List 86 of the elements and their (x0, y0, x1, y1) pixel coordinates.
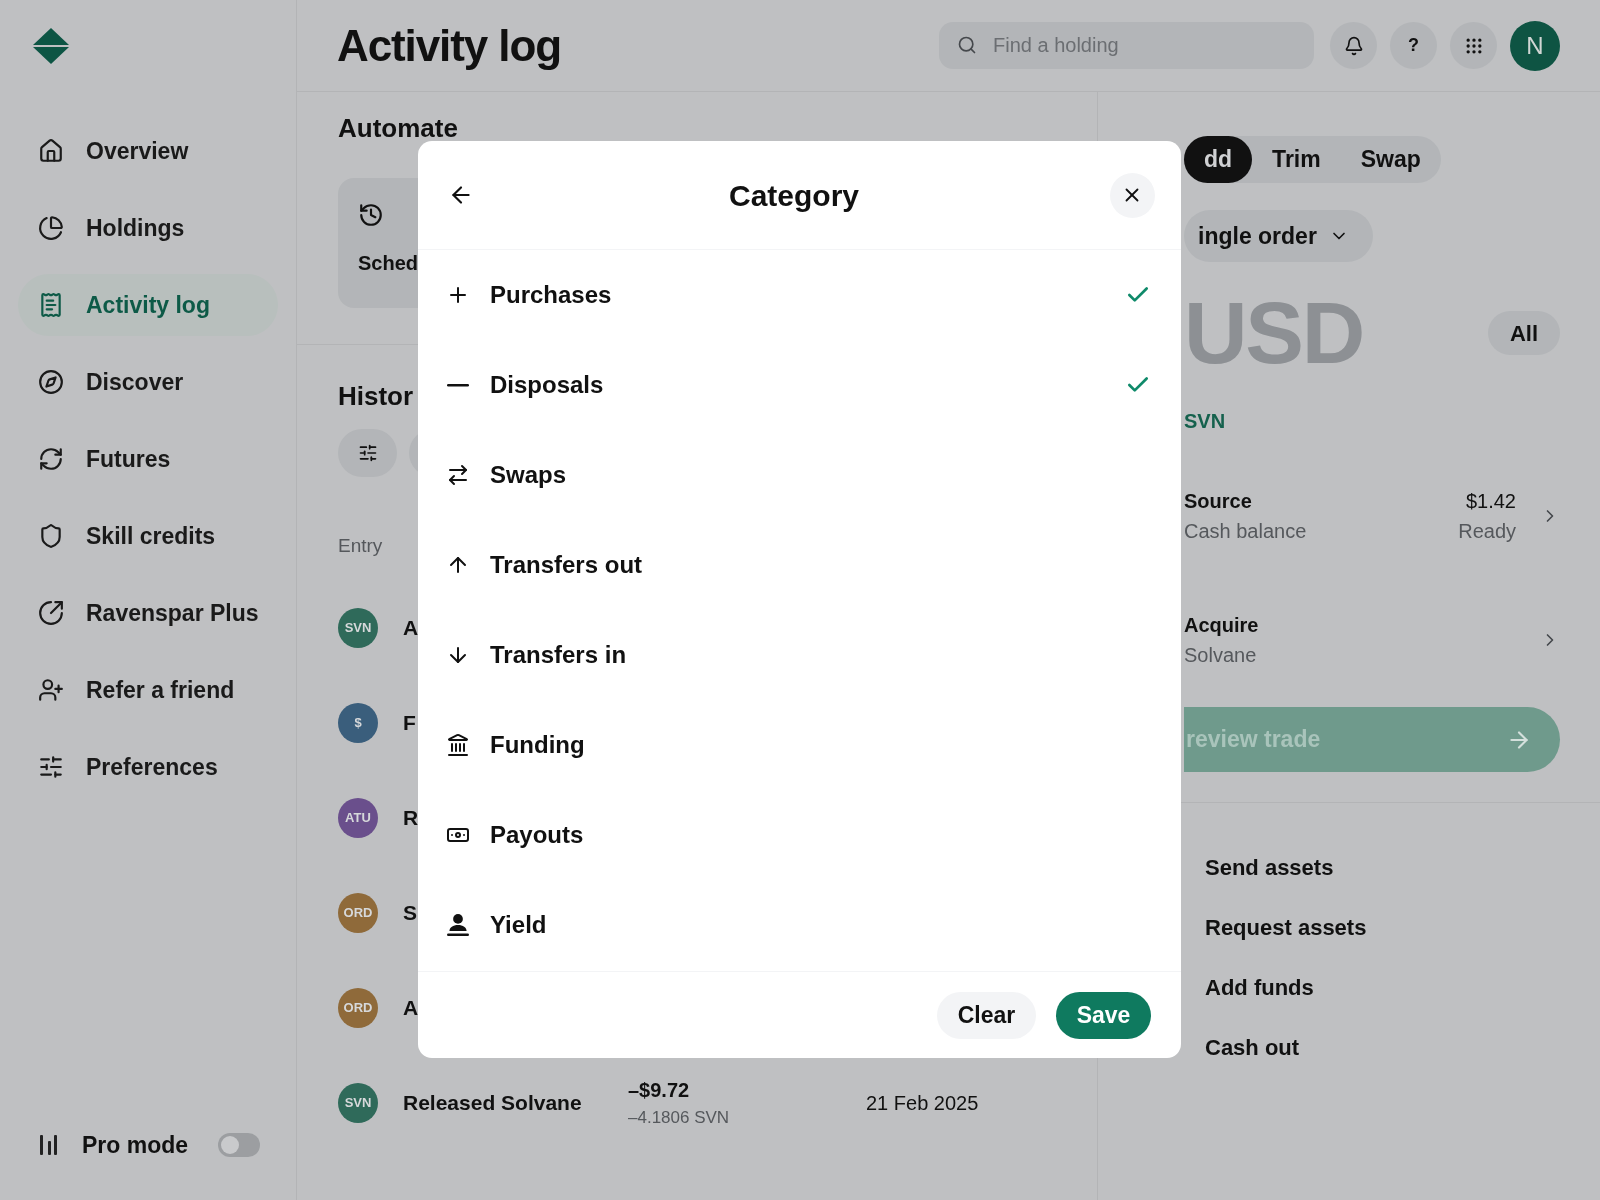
date: 21 Feb 2025 (866, 1091, 979, 1116)
balance-status: Ready (1458, 519, 1516, 544)
clear-button[interactable]: Clear (937, 991, 1036, 1039)
category-option[interactable]: Transfers in (418, 610, 1181, 700)
category-option[interactable]: Purchases (418, 250, 1181, 340)
column-header: Entry (338, 534, 383, 558)
category-option[interactable]: Funding (418, 700, 1181, 790)
sliders-icon (38, 754, 64, 780)
nav-item[interactable]: Ravenspar Plus (18, 582, 278, 644)
compass-icon (38, 369, 64, 395)
card-label: Sched (358, 251, 419, 276)
bell-icon (1343, 35, 1364, 56)
row-title: Source (1184, 489, 1253, 514)
pro-mode-label: Pro mode (82, 1130, 189, 1160)
order-type-dropdown[interactable]: ingle order (1184, 210, 1373, 262)
nav-item[interactable]: Skill credits (18, 505, 278, 567)
trade-tab[interactable]: Swap (1340, 136, 1441, 183)
entry-title: R (403, 806, 419, 830)
action-link[interactable]: Add funds (1205, 975, 1314, 1001)
help-button[interactable]: ? (1390, 22, 1437, 69)
search-field[interactable]: Find a holding (939, 22, 1314, 69)
circle-arrow-icon (38, 600, 64, 626)
asset-badge: ATU (338, 798, 378, 838)
nav-item[interactable]: Preferences (18, 736, 278, 798)
acquire-row[interactable]: Acquire Solvane (1184, 610, 1560, 670)
pro-mode-toggle[interactable] (218, 1132, 261, 1157)
action-link[interactable]: Send assets (1205, 855, 1334, 881)
asset-badge: ORD (338, 893, 378, 933)
row-subtitle: Cash balance (1184, 519, 1307, 544)
user-plus-icon (38, 677, 64, 703)
diamond-logo (33, 28, 69, 64)
units: –4.1806 SVN (628, 1107, 730, 1130)
category-option[interactable]: Disposals (418, 340, 1181, 430)
user-avatar[interactable]: N (1510, 20, 1560, 71)
category-option[interactable]: Swaps (418, 430, 1181, 520)
shield-icon (38, 523, 64, 549)
entry-title: A (403, 996, 419, 1020)
trade-tab[interactable]: dd (1184, 136, 1253, 183)
section-title: Automate (338, 112, 459, 144)
bars-icon (38, 1133, 58, 1156)
close-button[interactable] (1110, 172, 1155, 218)
nav-item[interactable]: Activity log (18, 274, 278, 336)
entry-title: Released Solvane (403, 1091, 582, 1115)
trade-tab[interactable]: Trim (1252, 136, 1341, 183)
asset-badge: $ (338, 703, 378, 743)
entry-title: A (403, 616, 419, 640)
refresh-icon (38, 446, 64, 472)
action-link[interactable]: Request assets (1205, 915, 1367, 941)
entry-title: F (403, 711, 416, 735)
action-link[interactable]: Cash out (1205, 1035, 1300, 1061)
conversion-text: SVN (1184, 409, 1226, 434)
history-icon (358, 202, 384, 228)
category-option[interactable]: Payouts (418, 790, 1181, 880)
filter-button[interactable] (338, 429, 397, 477)
search-icon (957, 35, 977, 55)
row-subtitle: Solvane (1184, 643, 1258, 668)
amount: –$9.72 (628, 1078, 690, 1104)
apps-button[interactable] (1450, 22, 1497, 69)
section-title: Histor (338, 380, 414, 412)
nav-item[interactable]: Discover (18, 351, 278, 413)
notifications-button[interactable] (1330, 22, 1377, 69)
entry-title: S (403, 901, 417, 925)
asset-badge: ORD (338, 988, 378, 1028)
page-title: Activity log (337, 19, 561, 72)
minus-icon (447, 383, 469, 387)
asset-badge: SVN (338, 1083, 378, 1123)
bank-icon (446, 733, 470, 757)
category-option[interactable]: Transfers out (418, 520, 1181, 610)
receipt-icon (38, 292, 64, 318)
swap-icon (446, 463, 470, 487)
home-icon (38, 138, 64, 164)
dialog-title: Category (728, 177, 859, 214)
all-button[interactable]: All (1488, 311, 1560, 355)
category-option[interactable]: Yield (418, 880, 1181, 970)
sliders-icon (357, 443, 378, 463)
nav-item[interactable]: Holdings (18, 197, 278, 259)
row-title: Acquire (1184, 613, 1259, 638)
nav-item[interactable]: Refer a friend (18, 659, 278, 721)
source-row[interactable]: Source Cash balance $1.42 Ready (1184, 486, 1560, 546)
save-button[interactable]: Save (1056, 991, 1151, 1039)
person-icon (447, 914, 469, 936)
asset-badge: SVN (338, 608, 378, 648)
balance-value: $1.42 (1465, 489, 1516, 514)
nav-item[interactable]: Futures (18, 428, 278, 490)
pie-chart-icon (38, 215, 64, 241)
nav-item[interactable]: Overview (18, 120, 278, 182)
